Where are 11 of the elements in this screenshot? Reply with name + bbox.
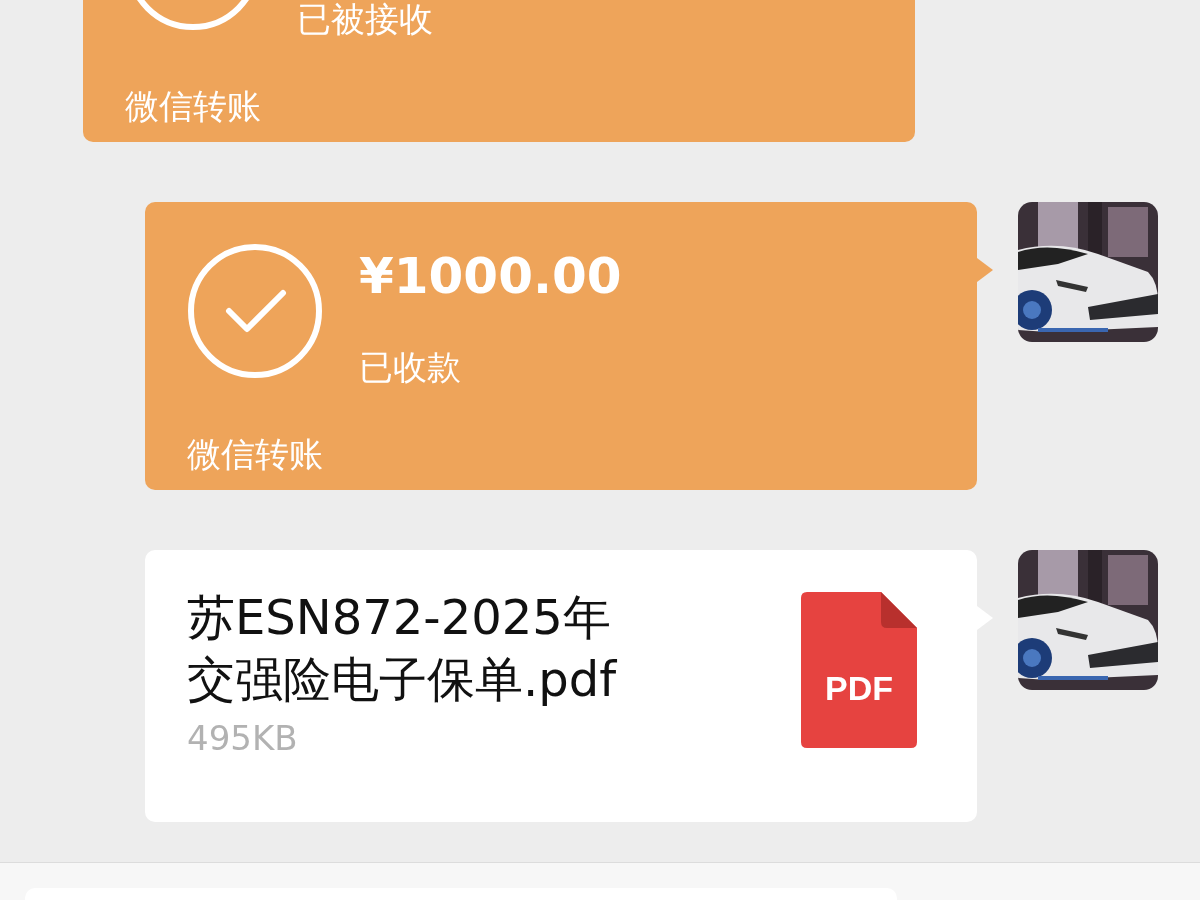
transfer-card[interactable]: 已被接收 微信转账 — [83, 0, 915, 142]
file-size: 495KB — [187, 717, 299, 760]
file-name: 苏ESN872-2025年 — [187, 588, 612, 647]
transfer-status: 已被接收 — [297, 0, 433, 41]
transfer-status: 已收款 — [359, 346, 462, 389]
pdf-file-icon: PDF — [801, 592, 917, 748]
file-name: 交强险电子保单.pdf — [187, 650, 617, 709]
transfer-amount: ¥1000.00 — [359, 246, 622, 307]
transfer-label: 微信转账 — [125, 86, 262, 126]
check-circle-icon — [187, 243, 323, 379]
transfer-label: 微信转账 — [187, 434, 324, 474]
